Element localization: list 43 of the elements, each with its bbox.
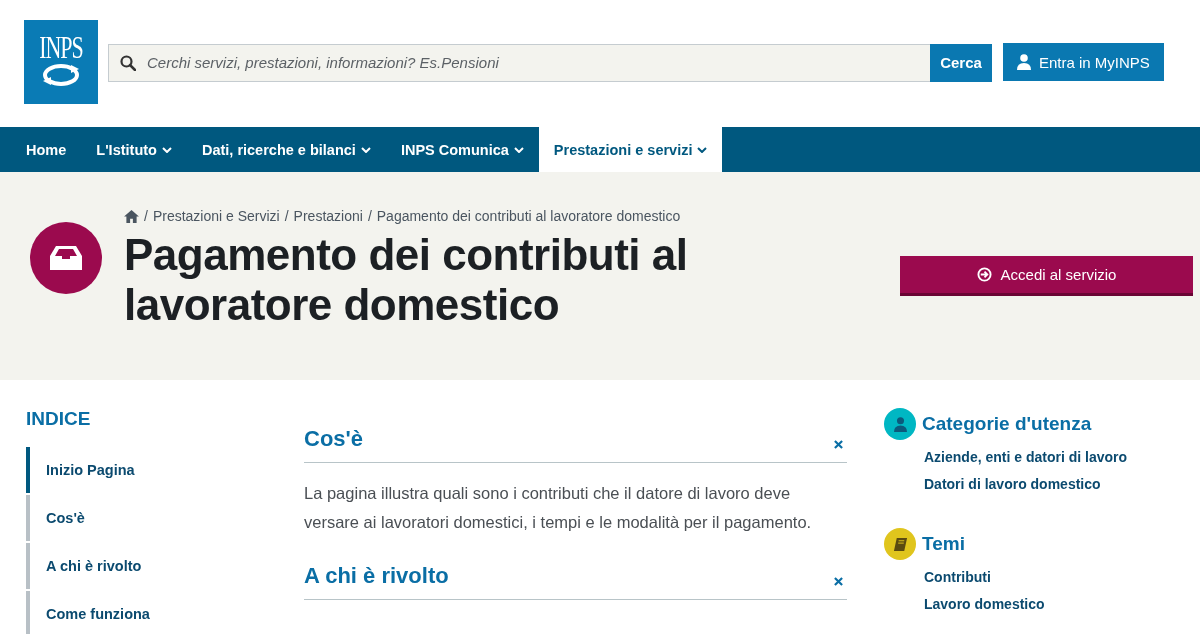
search-field[interactable]: Cerchi servizi, prestazioni, informazioni? Es.Pensioni <box>108 43 930 82</box>
section-heading[interactable]: A chi è rivolto <box>304 563 449 589</box>
sidebar-heading: Categorie d'utenza <box>922 413 1092 435</box>
nav-tab[interactable]: Prestazioni e servizi <box>538 127 723 172</box>
inps-logo[interactable]: INPS <box>24 19 98 104</box>
search-icon <box>120 54 136 71</box>
close-icon[interactable] <box>834 576 843 586</box>
index-link[interactable]: A chi è rivolto <box>26 543 304 589</box>
sidebar-link[interactable]: Lavoro domestico <box>924 591 1128 618</box>
search-button[interactable]: Cerca <box>930 43 992 82</box>
login-button[interactable]: Entra in MyINPS <box>1003 43 1164 81</box>
logo-text: INPS <box>39 32 83 63</box>
breadcrumb-separator: / <box>284 208 289 224</box>
nav-tab[interactable]: L'Istituto <box>81 127 187 172</box>
arrow-circle-icon <box>976 267 992 282</box>
nav-tab[interactable]: Home <box>11 127 82 172</box>
user-icon <box>1017 54 1031 70</box>
sidebar-heading: Temi <box>922 533 965 555</box>
index-link[interactable]: Cos'è <box>26 495 304 541</box>
index-link[interactable]: Inizio Pagina <box>26 447 304 493</box>
index-link[interactable]: Come funziona <box>26 591 304 634</box>
section-paragraph: La pagina illustra quali sono i contributi che il datore di lavoro deve versare ai lavoratori domestici, i tempi e le modalità per il pagamento. <box>304 483 813 533</box>
sidebar-link[interactable]: Contributi <box>924 564 1128 591</box>
nav-tab[interactable]: INPS Comunica <box>385 127 539 172</box>
access-service-button[interactable]: Accedi al servizio <box>900 256 1193 296</box>
sidebar-link[interactable]: Datori di lavoro domestico <box>924 471 1128 498</box>
chevron-down-icon <box>161 146 172 153</box>
page-title: Pagamento dei contributi al lavoratore domestico <box>124 230 689 330</box>
chevron-down-icon <box>697 146 708 153</box>
chevron-down-icon <box>360 146 371 153</box>
breadcrumb-link[interactable]: Prestazioni <box>293 208 363 224</box>
breadcrumb-link[interactable]: Pagamento dei contributi al lavoratore domestico <box>376 208 681 224</box>
circular-arrows-icon <box>41 62 81 87</box>
breadcrumb-separator: / <box>144 208 148 224</box>
section-heading[interactable]: Cos'è <box>304 426 364 452</box>
breadcrumb-separator: / <box>367 208 372 224</box>
breadcrumb-link[interactable]: Prestazioni e Servizi <box>152 208 280 224</box>
nav-tab[interactable]: Dati, ricerche e bilanci <box>186 127 386 172</box>
home-icon[interactable] <box>124 209 139 223</box>
chevron-down-icon <box>513 146 524 153</box>
sidebar-link[interactable]: Aziende, enti e datori di lavoro <box>924 444 1128 471</box>
index-heading: INDICE <box>26 408 92 430</box>
close-icon[interactable] <box>834 439 843 449</box>
